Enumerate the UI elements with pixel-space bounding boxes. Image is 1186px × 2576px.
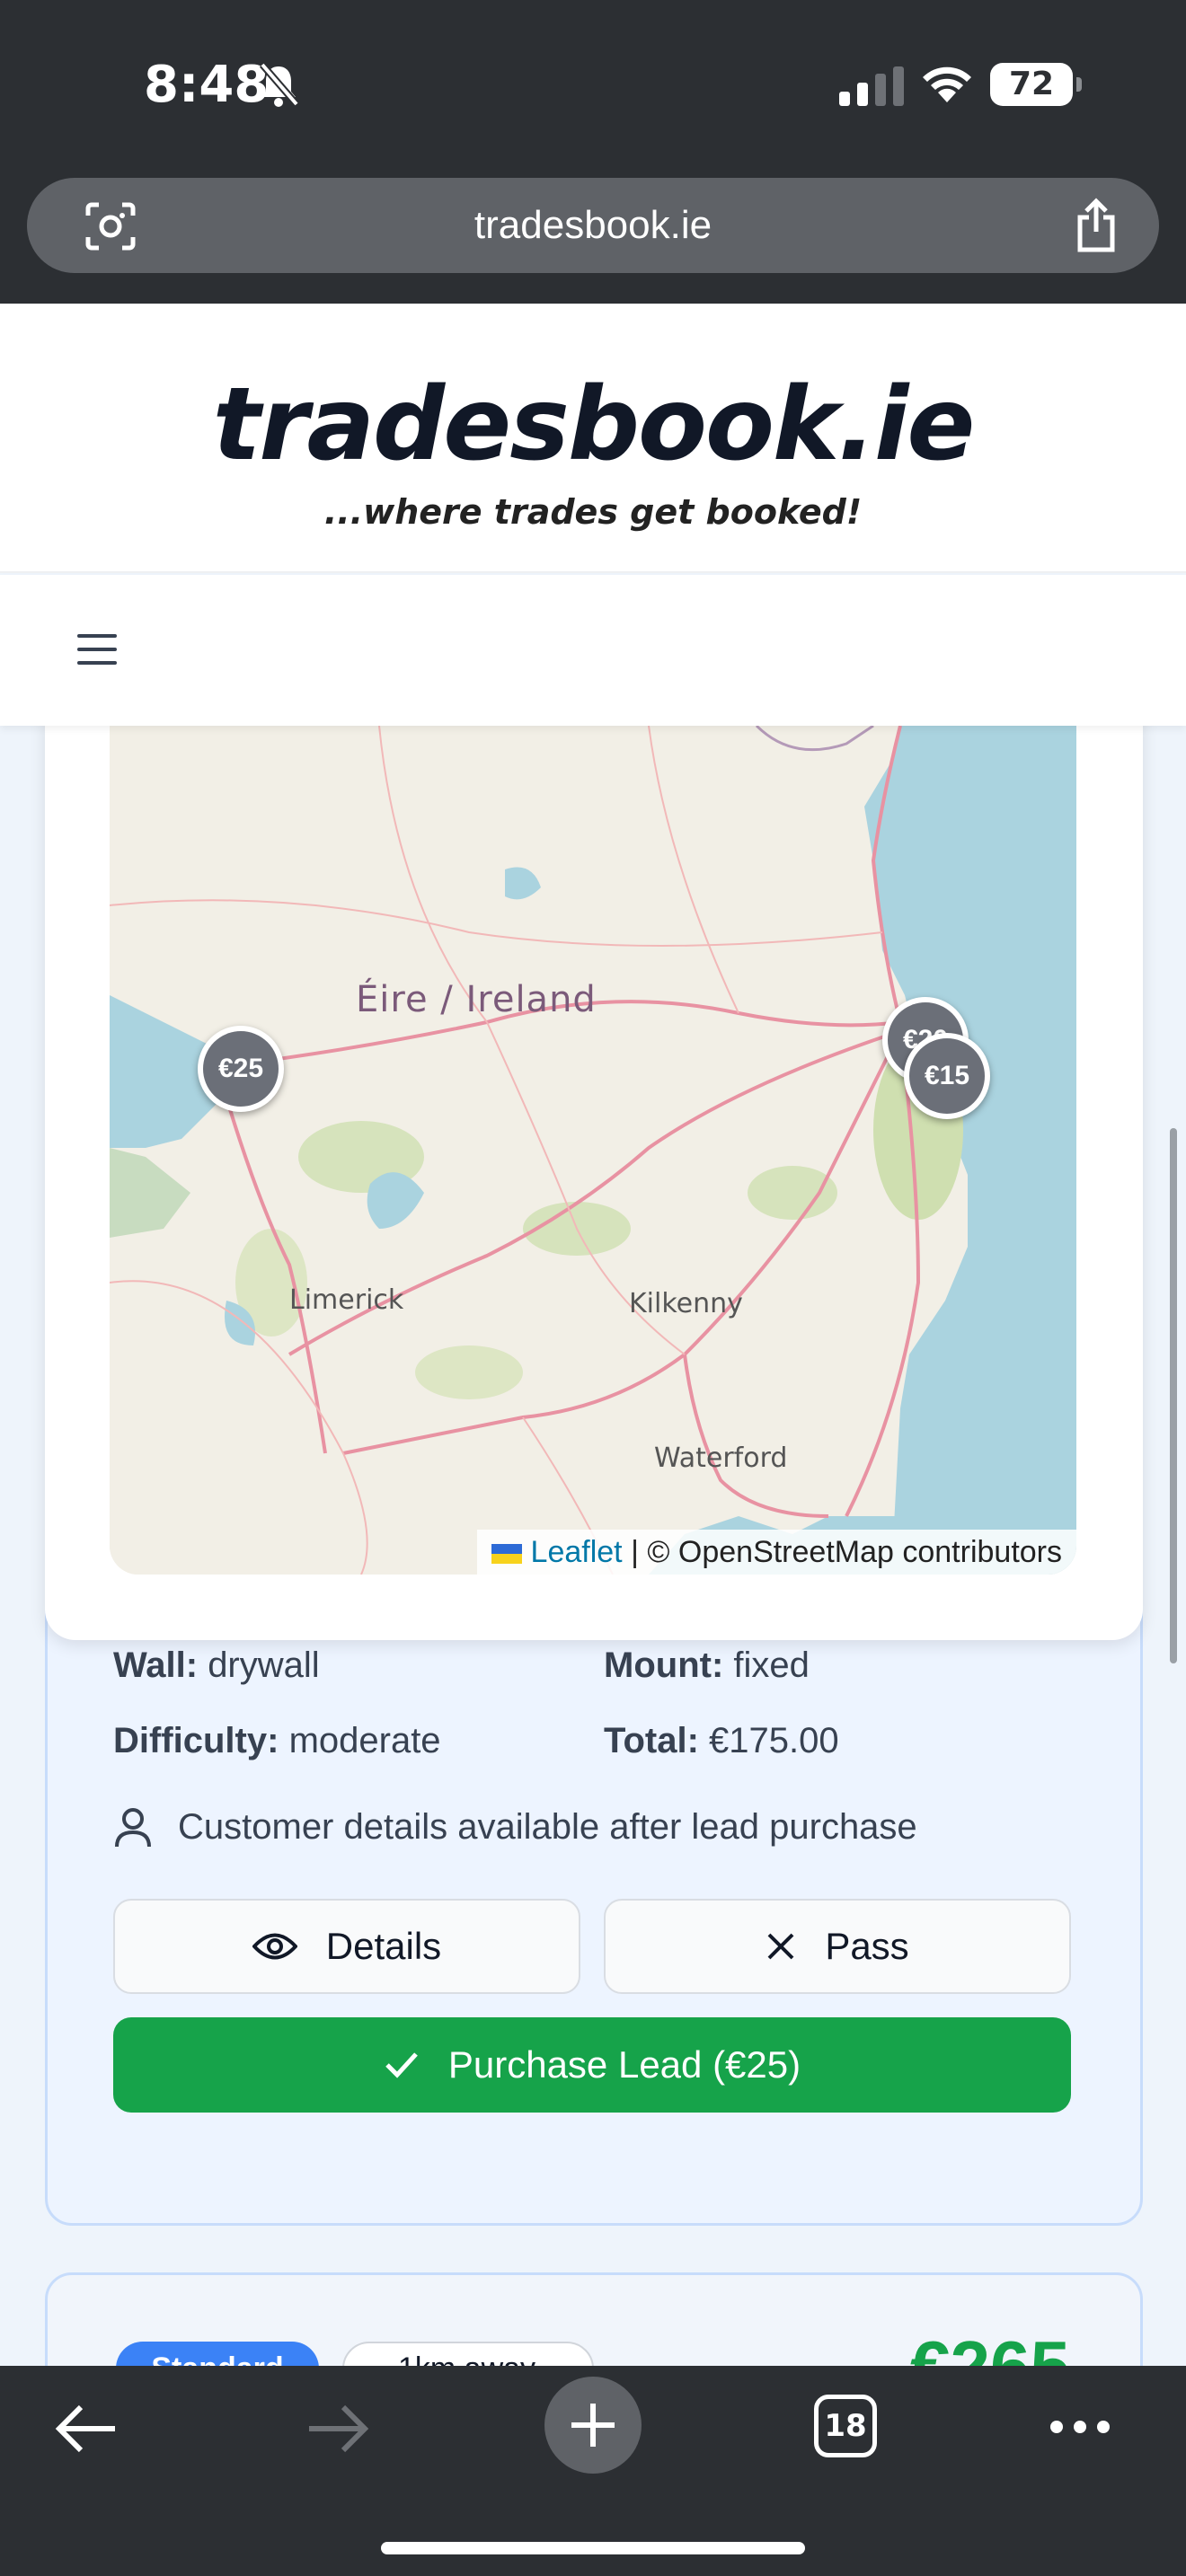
- status-bar: 8:48 72 tradesbook.ie: [0, 0, 1186, 304]
- leads-map[interactable]: Éire / Ireland Limerick Kilkenny Waterfo…: [110, 726, 1076, 1575]
- signal-icon: [839, 66, 904, 106]
- map-country-label: Éire / Ireland: [356, 979, 597, 1020]
- battery-indicator: 72: [990, 63, 1082, 106]
- osm-attribution[interactable]: © OpenStreetMap contributors: [647, 1535, 1062, 1569]
- wifi-icon: [923, 66, 971, 102]
- total-value: €175.00: [709, 1721, 839, 1760]
- map-marker[interactable]: €25: [198, 1026, 284, 1112]
- browser-toolbar: 18: [0, 2366, 1186, 2576]
- nav-bar: [0, 575, 1186, 726]
- status-time: 8:48: [144, 56, 270, 114]
- check-icon: [385, 2052, 418, 2078]
- page-scrollbar[interactable]: [1170, 1128, 1177, 1663]
- leaflet-link[interactable]: Leaflet: [531, 1535, 623, 1569]
- difficulty-value: moderate: [288, 1721, 441, 1760]
- wall-value: drywall: [208, 1645, 320, 1685]
- map-place-waterford: Waterford: [654, 1442, 788, 1474]
- difficulty-label: Difficulty:: [113, 1721, 279, 1760]
- mount-info: Mount: fixed: [604, 1645, 810, 1686]
- attribution-separator: |: [631, 1535, 639, 1569]
- purchase-lead-button[interactable]: Purchase Lead (€25): [113, 2017, 1071, 2113]
- more-icon[interactable]: [1048, 2418, 1112, 2436]
- hamburger-menu-icon[interactable]: [77, 634, 117, 665]
- wall-label: Wall:: [113, 1645, 199, 1685]
- details-button[interactable]: Details: [113, 1899, 580, 1994]
- url-text[interactable]: tradesbook.ie: [27, 178, 1159, 273]
- plus-icon: [571, 2404, 615, 2447]
- mount-label: Mount:: [604, 1645, 724, 1685]
- ukraine-flag-icon: [491, 1544, 522, 1565]
- mount-value: fixed: [733, 1645, 810, 1685]
- new-tab-button[interactable]: [544, 2377, 642, 2474]
- map-marker[interactable]: €15: [904, 1033, 990, 1119]
- map-place-kilkenny: Kilkenny: [629, 1288, 743, 1319]
- tabs-button[interactable]: 18: [814, 2395, 877, 2457]
- difficulty-info: Difficulty: moderate: [113, 1721, 441, 1761]
- pass-button[interactable]: Pass: [604, 1899, 1071, 1994]
- total-label: Total:: [604, 1721, 699, 1760]
- map-attribution: Leaflet | © OpenStreetMap contributors: [476, 1530, 1076, 1575]
- customer-details-notice: Customer details available after lead pu…: [178, 1807, 917, 1847]
- site-header: tradesbook.ie ...where trades get booked…: [0, 304, 1186, 573]
- map-place-limerick: Limerick: [289, 1284, 404, 1316]
- bell-muted-icon: [259, 62, 300, 107]
- eye-icon: [252, 1933, 297, 1960]
- total-info: Total: €175.00: [604, 1721, 839, 1761]
- back-icon[interactable]: [54, 2402, 119, 2456]
- site-logo[interactable]: tradesbook.ie: [0, 366, 1186, 483]
- pass-button-label: Pass: [825, 1925, 909, 1967]
- user-icon: [115, 1808, 151, 1848]
- close-icon: [767, 1933, 794, 1960]
- home-indicator[interactable]: [381, 2542, 805, 2554]
- site-tagline: ...where trades get booked!: [323, 492, 863, 532]
- map-tiles: [110, 726, 1076, 1575]
- forward-icon[interactable]: [305, 2402, 370, 2456]
- purchase-lead-button-label: Purchase Lead (€25): [447, 2043, 801, 2086]
- wall-info: Wall: drywall: [113, 1645, 320, 1686]
- share-icon[interactable]: [1073, 198, 1120, 253]
- address-bar[interactable]: tradesbook.ie: [27, 178, 1159, 273]
- details-button-label: Details: [325, 1925, 442, 1967]
